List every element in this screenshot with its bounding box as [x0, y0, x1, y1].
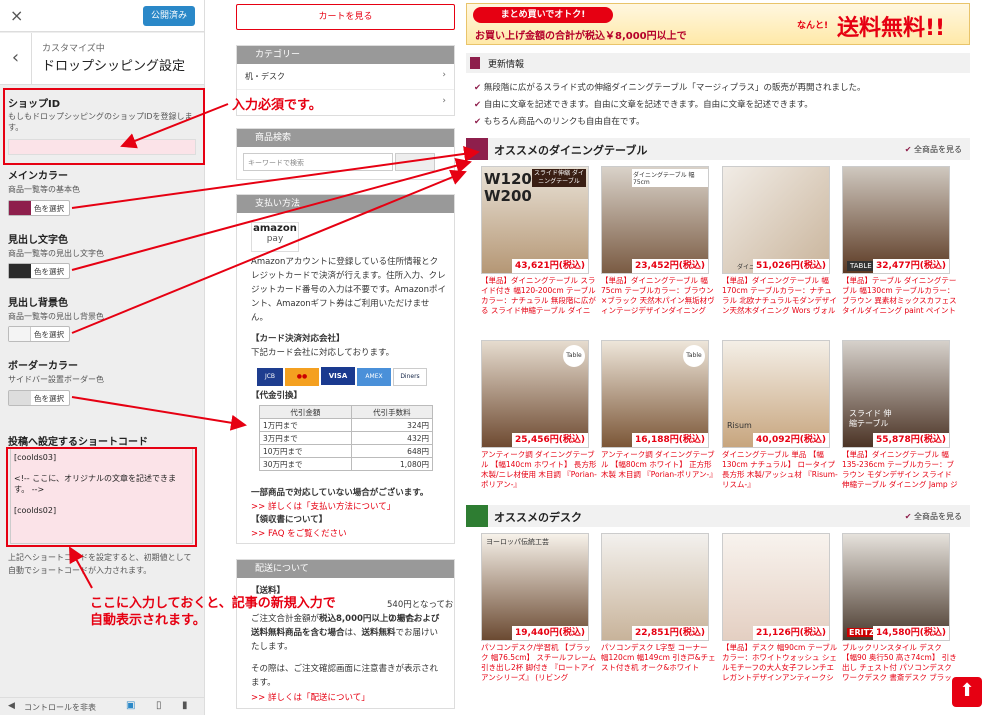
annotation-arrow	[71, 396, 247, 431]
annotation-arrow	[71, 145, 480, 209]
annotation-arrow	[69, 546, 93, 589]
annotation-arrows	[69, 103, 480, 589]
annotation-arrow	[71, 157, 472, 271]
annotation-arrow	[71, 169, 467, 334]
annotation-arrow	[120, 103, 229, 149]
